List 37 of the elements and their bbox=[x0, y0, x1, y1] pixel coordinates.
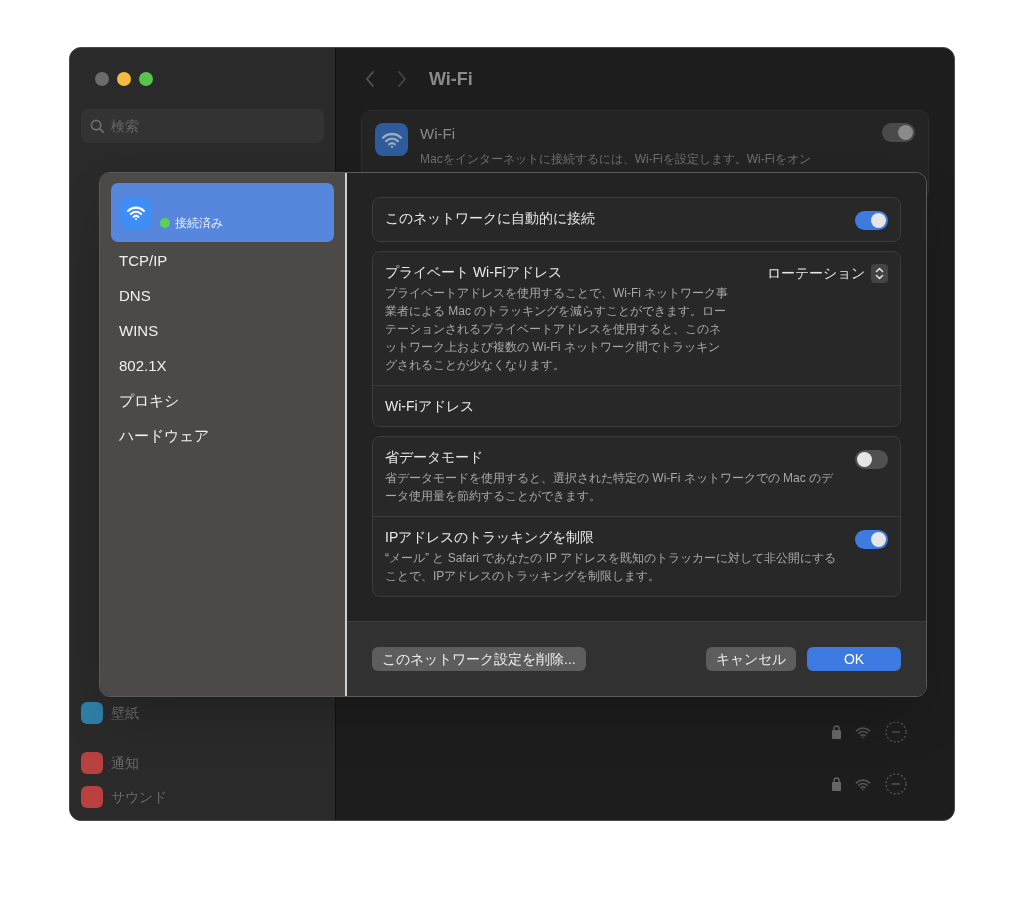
zoom-window-button[interactable] bbox=[139, 72, 153, 86]
signal-icon bbox=[855, 725, 871, 739]
select-value[interactable]: ローテーション bbox=[767, 263, 865, 284]
minimize-window-button[interactable] bbox=[117, 72, 131, 86]
wifi-card-title: Wi-Fi bbox=[420, 124, 456, 144]
sheet-sidebar-item[interactable]: WINS bbox=[111, 314, 334, 349]
window-title: Wi-Fi bbox=[429, 67, 473, 91]
setting-title: このネットワークに自動的に接続 bbox=[385, 209, 595, 227]
search-icon bbox=[90, 119, 105, 134]
wifi-card-description: Macをインターネットに接続するには、Wi-Fiを設定します。Wi-Fiをオン bbox=[420, 150, 812, 168]
setting-title: プライベート Wi-Fiアドレス bbox=[385, 263, 563, 281]
toggle-switch[interactable] bbox=[855, 450, 888, 469]
sheet-sidebar-item[interactable]: TCP/IP bbox=[111, 244, 334, 279]
setting-title: 省データモード bbox=[385, 448, 484, 466]
sheet-sidebar-item[interactable]: プロキシ bbox=[111, 384, 334, 419]
signal-icon bbox=[855, 777, 871, 791]
updown-chevron-icon[interactable] bbox=[871, 264, 888, 283]
sheet-sidebar-item[interactable]: 802.1X bbox=[111, 349, 334, 384]
connection-status: 接続済み bbox=[175, 215, 223, 232]
dialog-button[interactable]: このネットワーク設定を削除... bbox=[372, 647, 586, 671]
wifi-glyph bbox=[126, 204, 146, 221]
close-window-button[interactable] bbox=[95, 72, 109, 86]
sheet-sidebar-item[interactable]: ハードウェア bbox=[111, 419, 334, 454]
setting-description: プライベートアドレスを使用することで、Wi-Fi ネットワーク事業者による Mac のトラッキングを減らすことができます。ローテーションされるプライベートアドレスを使用すると、このネットワーク上および複数の Wi-Fi ネットワーク間でトラッキングされることが少なくなります。 bbox=[385, 285, 730, 374]
lock-icon bbox=[832, 777, 841, 791]
toggle-switch[interactable] bbox=[855, 211, 888, 230]
toggle-switch[interactable] bbox=[855, 530, 888, 549]
toggle-switch[interactable] bbox=[882, 123, 915, 142]
lock-icon bbox=[832, 725, 841, 739]
wifi-icon bbox=[380, 130, 403, 149]
sheet-sidebar-item[interactable]: DNS bbox=[111, 279, 334, 314]
ok-button[interactable]: OK bbox=[807, 647, 901, 671]
setting-title: Wi-Fiアドレス bbox=[385, 397, 474, 415]
dialog-button[interactable]: キャンセル bbox=[706, 647, 796, 671]
setting-description: 省データモードを使用すると、選択された特定の Wi-Fi ネットワークでの Mac のデータ使用量を節約することができます。 bbox=[385, 470, 834, 505]
setting-description: “メール” と Safari であなたの IP アドレスを既知のトラッカーに対して非公開にすることで、IPアドレスのトラッキングを制限します。 bbox=[385, 550, 838, 585]
setting-title: IPアドレスのトラッキングを制限 bbox=[385, 528, 596, 546]
